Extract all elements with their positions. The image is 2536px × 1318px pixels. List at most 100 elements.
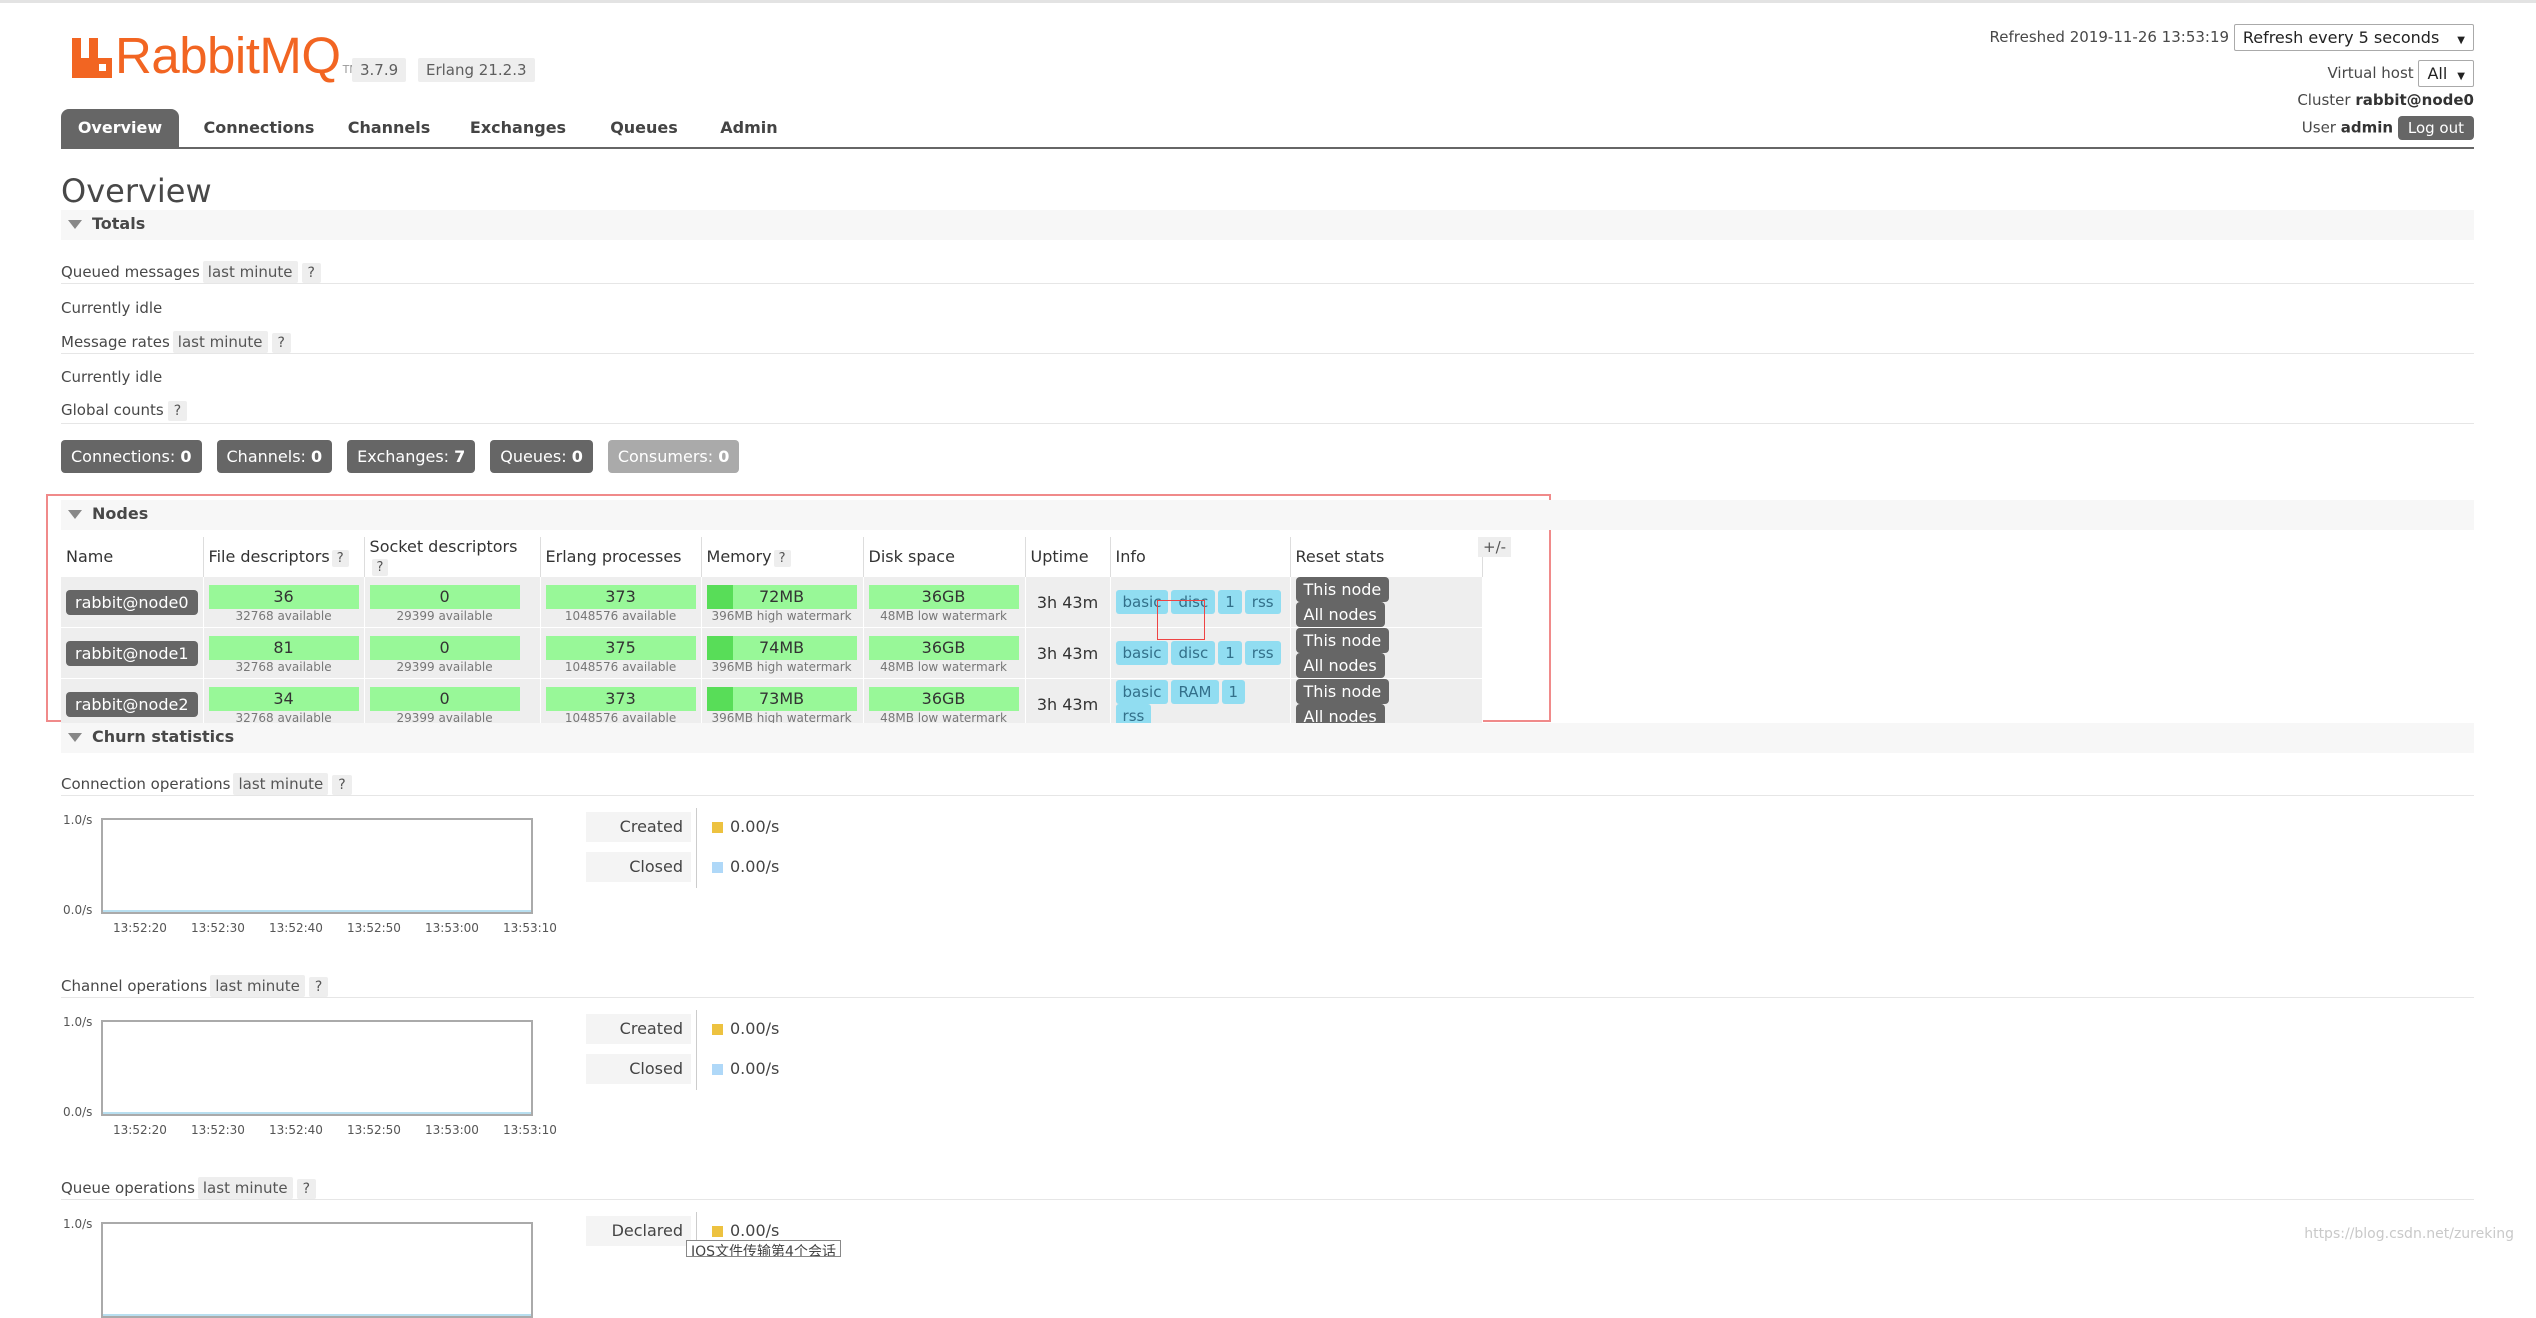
tab-overview[interactable]: Overview	[61, 109, 179, 147]
nodes-table: Name File descriptors? Socket descriptor…	[61, 537, 1483, 729]
info-pill[interactable]: 1	[1218, 641, 1242, 665]
file-descriptors-bar: 36	[208, 584, 359, 609]
churn-range-select[interactable]: last minute	[197, 1177, 293, 1199]
socket-descriptors-cell: 0 29399 available	[364, 678, 541, 729]
tab-exchanges[interactable]: Exchanges	[457, 109, 579, 147]
legend-series-name: Closed	[586, 852, 691, 882]
queued-range-select[interactable]: last minute	[202, 261, 298, 283]
help-icon[interactable]: ?	[773, 549, 791, 567]
count-channels[interactable]: Channels: 0	[216, 440, 333, 473]
col-reset-stats: Reset stats	[1290, 537, 1483, 577]
reset-stats-cell: This nodeAll nodes	[1290, 576, 1483, 628]
divider	[61, 283, 2474, 284]
info-pill[interactable]: 1	[1218, 590, 1242, 614]
info-pill[interactable]: basic	[1115, 641, 1169, 665]
main-tabs: Overview Connections Channels Exchanges …	[61, 109, 2474, 149]
info-cell: basic RAM 1rss	[1110, 678, 1291, 729]
help-icon[interactable]: ?	[331, 549, 349, 567]
count-connections[interactable]: Connections: 0	[61, 440, 202, 473]
divider	[61, 353, 2474, 354]
series-line	[103, 1112, 531, 1114]
erlang-badge: Erlang 21.2.3	[418, 58, 535, 82]
columns-toggle-button[interactable]: +/-	[1478, 537, 1512, 557]
version-badge: 3.7.9	[352, 58, 407, 82]
erlang-processes-bar: 375	[545, 635, 696, 660]
reset-this-node-button[interactable]: This node	[1295, 679, 1390, 704]
help-icon[interactable]: ?	[371, 559, 389, 576]
col-memory: Memory?	[701, 537, 864, 577]
help-icon[interactable]: ?	[301, 263, 321, 283]
chevron-down-icon: ▼	[2457, 71, 2465, 82]
col-info: Info	[1110, 537, 1291, 577]
memory-bar: 74MB	[706, 635, 857, 660]
vhost-select[interactable]: All ▼	[2418, 60, 2474, 87]
section-totals[interactable]: Totals	[61, 210, 2474, 240]
section-churn[interactable]: Churn statistics	[61, 723, 2474, 753]
count-consumers[interactable]: Consumers: 0	[607, 440, 740, 473]
x-axis-tick-label: 13:52:20	[113, 921, 167, 935]
help-icon[interactable]: ?	[296, 1179, 317, 1199]
info-pill[interactable]: 1	[1221, 680, 1246, 704]
info-pill[interactable]: RAM	[1171, 680, 1219, 704]
memory-sub: 396MB high watermark	[711, 608, 852, 623]
reset-this-node-button[interactable]: This node	[1295, 628, 1390, 653]
tab-admin[interactable]: Admin	[709, 109, 789, 147]
socket-descriptors-bar: 0	[369, 635, 520, 660]
collapse-triangle-icon	[68, 510, 82, 519]
chart-plot	[101, 818, 533, 914]
disk-space-bar: 36GB	[868, 584, 1019, 609]
disk-space-cell: 36GB 48MB low watermark	[863, 576, 1026, 628]
help-icon[interactable]: ?	[308, 977, 329, 997]
divider	[61, 423, 2474, 424]
rabbitmq-logo[interactable]: RabbitMQ TM	[72, 30, 359, 81]
node-name-link[interactable]: rabbit@node2	[66, 691, 198, 717]
message-rates-row: Message rates last minute?	[61, 331, 291, 353]
info-pill[interactable]: disc	[1171, 641, 1216, 665]
help-icon[interactable]: ?	[167, 401, 188, 421]
tab-queues[interactable]: Queues	[599, 109, 689, 147]
socket-descriptors-bar: 0	[369, 584, 520, 609]
info-pill[interactable]: rss	[1244, 590, 1281, 614]
col-disk-space: Disk space	[863, 537, 1026, 577]
section-churn-label: Churn statistics	[92, 727, 235, 746]
y-axis-min-label: 0.0/s	[63, 903, 93, 917]
x-axis-tick-label: 13:52:30	[191, 1123, 245, 1137]
queued-idle-text: Currently idle	[61, 299, 163, 317]
churn-range-select[interactable]: last minute	[233, 773, 329, 795]
disk-space-sub: 48MB low watermark	[880, 608, 1007, 623]
info-pill[interactable]: rss	[1244, 641, 1281, 665]
info-pill[interactable]: basic	[1115, 680, 1169, 704]
chevron-down-icon: ▼	[2457, 35, 2465, 46]
churn-range-select[interactable]: last minute	[210, 975, 305, 997]
x-axis-tick-label: 13:53:00	[425, 921, 479, 935]
col-socket-descriptors: Socket descriptors?	[364, 537, 541, 577]
collapse-triangle-icon	[68, 733, 82, 742]
global-counts: Connections: 0 Channels: 0 Exchanges: 7 …	[61, 440, 740, 473]
rates-range-select[interactable]: last minute	[172, 331, 268, 353]
col-uptime: Uptime	[1025, 537, 1111, 577]
help-icon[interactable]: ?	[271, 333, 291, 353]
x-axis-tick-label: 13:52:40	[269, 1123, 323, 1137]
count-queues[interactable]: Queues: 0	[490, 440, 593, 473]
disk-space-cell: 36GB 48MB low watermark	[863, 627, 1026, 679]
node-name-link[interactable]: rabbit@node0	[66, 589, 198, 615]
help-icon[interactable]: ?	[332, 775, 352, 795]
reset-this-node-button[interactable]: This node	[1295, 577, 1390, 602]
section-nodes[interactable]: Nodes	[61, 500, 2474, 530]
reset-stats-cell: This nodeAll nodes	[1290, 678, 1483, 729]
tab-connections[interactable]: Connections	[197, 109, 321, 147]
legend-series-name: Created	[586, 1014, 691, 1044]
refresh-row: Refreshed 2019-11-26 13:53:19 Refresh ev…	[1990, 24, 2474, 51]
file-descriptors-sub: 32768 available	[235, 608, 332, 623]
node-name-link[interactable]: rabbit@node1	[66, 640, 198, 666]
refresh-interval-select[interactable]: Refresh every 5 seconds ▼	[2233, 24, 2474, 51]
tab-channels[interactable]: Channels	[341, 109, 437, 147]
global-counts-row: Global counts?	[61, 401, 188, 421]
uptime-cell: 3h 43m	[1025, 678, 1111, 729]
legend-value: 0.00/s	[730, 817, 780, 836]
rabbitmq-logo-icon	[72, 38, 112, 78]
reset-all-nodes-button[interactable]: All nodes	[1295, 602, 1385, 627]
x-axis-tick-label: 13:53:00	[425, 1123, 479, 1137]
reset-all-nodes-button[interactable]: All nodes	[1295, 653, 1385, 678]
count-exchanges[interactable]: Exchanges: 7	[347, 440, 476, 473]
